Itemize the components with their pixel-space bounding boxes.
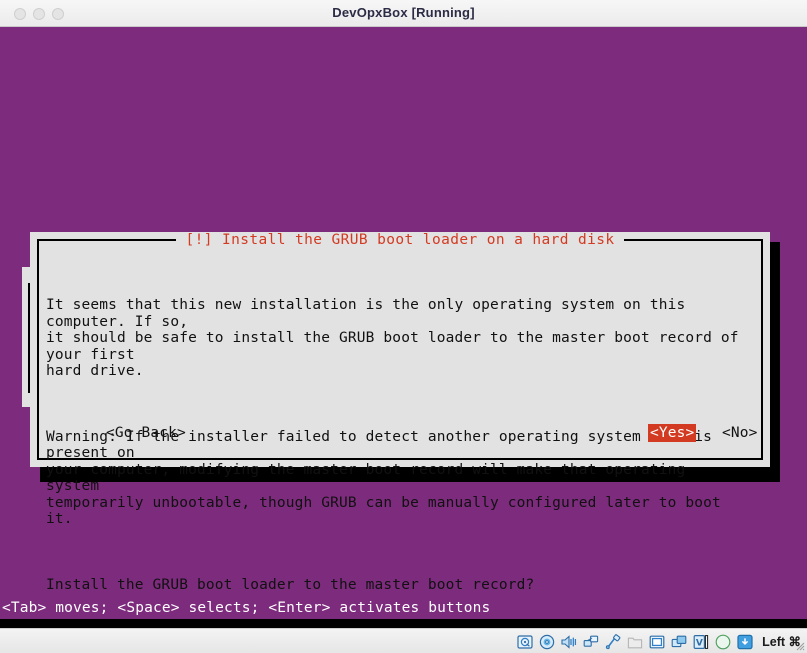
dialog-question: Install the GRUB boot loader to the mast…	[46, 576, 535, 593]
window-titlebar: DevOpxBox [Running]	[0, 0, 807, 27]
window-title: DevOpxBox [Running]	[332, 5, 475, 20]
shared-folders-icon[interactable]	[626, 633, 643, 650]
audio-icon[interactable]	[560, 633, 577, 650]
hard-disk-icon[interactable]	[516, 633, 533, 650]
guest-screen[interactable]: [!] Install the GRUB boot loader on a ha…	[0, 27, 807, 628]
grub-installer-dialog: [!] Install the GRUB boot loader on a ha…	[30, 232, 770, 593]
network-icon[interactable]	[582, 633, 599, 650]
yes-button[interactable]: <Yes>	[648, 424, 697, 442]
resize-grip[interactable]	[795, 641, 805, 651]
no-button[interactable]: <No>	[720, 424, 760, 442]
display-icon[interactable]	[648, 633, 665, 650]
mouse-integration-icon[interactable]	[714, 633, 731, 650]
virtualbox-vm-window: DevOpxBox [Running] [!] Install the GRUB…	[0, 0, 807, 653]
go-back-button[interactable]: <Go Back>	[104, 424, 188, 442]
virtualization-icon[interactable]: V	[692, 633, 709, 650]
host-key-icon[interactable]	[736, 633, 753, 650]
keyboard-hint-line: <Tab> moves; <Space> selects; <Enter> ac…	[2, 600, 491, 616]
virtualbox-statusbar: V Left ⌘	[0, 628, 807, 653]
guest-bottom-band	[0, 619, 807, 628]
remote-desktop-icon[interactable]	[670, 633, 687, 650]
dialog-paragraph-1: It seems that this new installation is t…	[46, 297, 739, 379]
optical-disk-icon[interactable]	[538, 633, 555, 650]
usb-icon[interactable]	[604, 633, 621, 650]
svg-text:V: V	[695, 638, 702, 648]
status-icon-tray: V Left ⌘	[516, 631, 801, 652]
dialog-button-row: <Go Back> <Yes> <No>	[30, 424, 770, 446]
